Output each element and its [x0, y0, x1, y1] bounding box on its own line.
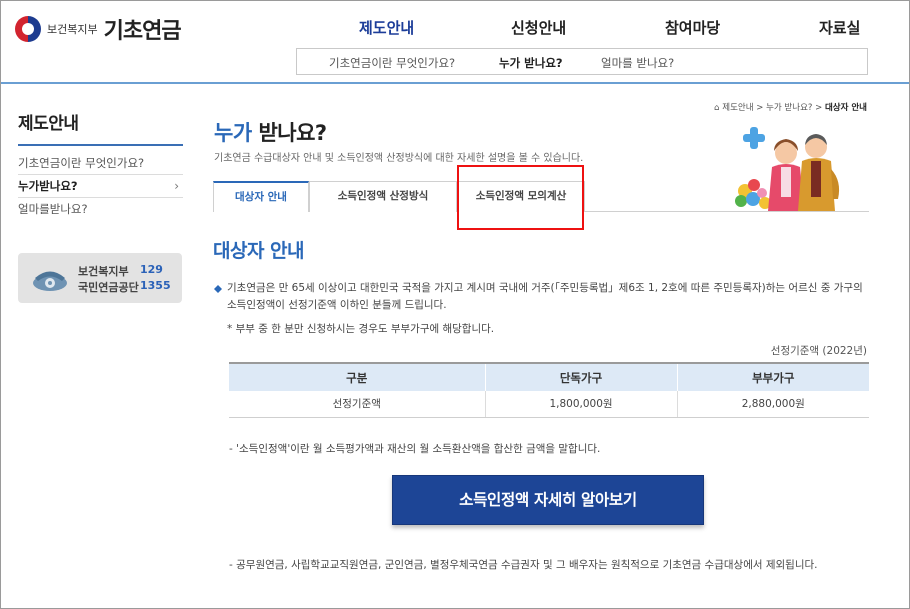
income-detail-button[interactable]: 소득인정액 자세히 알아보기 — [392, 475, 704, 525]
telephone-icon — [33, 271, 67, 291]
table-cell: 2,880,000원 — [676, 391, 869, 418]
site-header: 보건복지부 기초연금 제도안내 신청안내 참여마당 자료실 기초연금이란 무엇인… — [1, 1, 909, 84]
home-icon[interactable]: ⌂ — [714, 103, 719, 113]
sidebar-item-who-receives[interactable]: 누가받나요? › — [18, 175, 183, 198]
tab-target-guide[interactable]: 대상자 안내 — [213, 181, 309, 212]
table-row: 선정기준액 1,800,000원 2,880,000원 — [229, 391, 869, 418]
page-title-rest: 받나요? — [251, 121, 327, 145]
sidebar-title: 제도안내 — [18, 109, 183, 146]
subnav-item-how-much[interactable]: 얼마를 받나요? — [601, 55, 674, 71]
sidebar-item-label: 얼마를받나요? — [18, 202, 88, 216]
criteria-table: 구분 단독가구 부부가구 선정기준액 1,800,000원 2,880,000원 — [229, 362, 869, 418]
contact-number-1[interactable]: 129 — [140, 263, 163, 276]
section-title: 대상자 안내 — [213, 240, 305, 262]
table-header-cell: 단독가구 — [484, 363, 677, 391]
contact-number-2[interactable]: 1355 — [140, 279, 171, 292]
subnav-item-who-receives[interactable]: 누가 받나요? — [499, 55, 563, 71]
contact-box: 보건복지부 129 국민연금공단 1355 — [18, 253, 182, 303]
browser-page: 보건복지부 기초연금 제도안내 신청안내 참여마당 자료실 기초연금이란 무엇인… — [0, 0, 910, 609]
table-header-cell: 부부가구 — [676, 363, 869, 391]
page-title-highlight: 누가 — [214, 121, 252, 145]
header-divider — [1, 82, 909, 84]
site-logo[interactable]: 보건복지부 기초연금 — [15, 13, 182, 45]
breadcrumb-current: 대상자 안내 — [824, 103, 867, 113]
table-header-cell: 구분 — [229, 363, 485, 391]
exclusion-note: - 공무원연금, 사립학교교직원연금, 군인연금, 별정우체국연금 수급권자 및… — [229, 559, 818, 571]
taegeuk-logo-icon — [15, 16, 41, 42]
breadcrumb-path[interactable]: 제도안내 > 누가 받나요? > — [722, 103, 825, 113]
sidebar-item-what-is[interactable]: 기초연금이란 무엇인가요? — [18, 152, 183, 175]
sidebar: 제도안내 기초연금이란 무엇인가요? 누가받나요? › 얼마를받나요? — [18, 109, 183, 221]
gnb-item-resources[interactable]: 자료실 — [819, 17, 860, 38]
couple-note: * 부부 중 한 분만 신청하시는 경우도 부부가구에 해당합니다. — [227, 323, 495, 335]
subnav-item-what-is[interactable]: 기초연금이란 무엇인가요? — [329, 55, 455, 71]
contact-org-1: 보건복지부 — [78, 265, 129, 278]
sidebar-item-how-much[interactable]: 얼마를받나요? — [18, 198, 183, 221]
page-description: 기초연금 수급대상자 안내 및 소득인정액 산정방식에 대한 자세한 설명을 볼… — [214, 153, 584, 164]
income-definition-note: - '소득인정액'이란 월 소득평가액과 재산의 월 소득환산액을 합산한 금액… — [229, 443, 601, 455]
highlight-box — [457, 165, 584, 230]
gnb-item-system-guide[interactable]: 제도안내 — [359, 17, 414, 38]
logo-site-title: 기초연금 — [103, 19, 182, 44]
table-header-row: 구분 단독가구 부부가구 — [229, 363, 869, 391]
eligibility-paragraph: 기초연금은 만 65세 이상이고 대한민국 국적을 가지고 계시며 국내에 거주… — [227, 282, 863, 311]
sidebar-item-label: 누가받나요? — [18, 179, 78, 193]
gnb-item-participation[interactable]: 참여마당 — [665, 17, 720, 38]
table-cell: 선정기준액 — [229, 391, 485, 418]
global-nav: 제도안내 신청안내 참여마당 자료실 — [331, 17, 891, 41]
diamond-bullet-icon — [214, 285, 222, 293]
sub-nav-bar: 기초연금이란 무엇인가요? 누가 받나요? 얼마를 받나요? — [296, 48, 868, 75]
sidebar-item-label: 기초연금이란 무엇인가요? — [18, 156, 145, 170]
contact-org-2: 국민연금공단 — [78, 281, 139, 294]
breadcrumb: ⌂ 제도안내 > 누가 받나요? > 대상자 안내 — [714, 101, 867, 113]
chevron-right-icon: › — [174, 179, 179, 193]
logo-ministry-text: 보건복지부 — [47, 23, 98, 36]
gnb-item-application-guide[interactable]: 신청안내 — [511, 17, 566, 38]
page-title: 누가 받나요? — [214, 117, 327, 147]
tab-income-calculation-method[interactable]: 소득인정액 산정방식 — [309, 181, 457, 212]
table-caption: 선정기준액 (2022년) — [770, 345, 867, 357]
table-cell: 1,800,000원 — [484, 391, 677, 418]
